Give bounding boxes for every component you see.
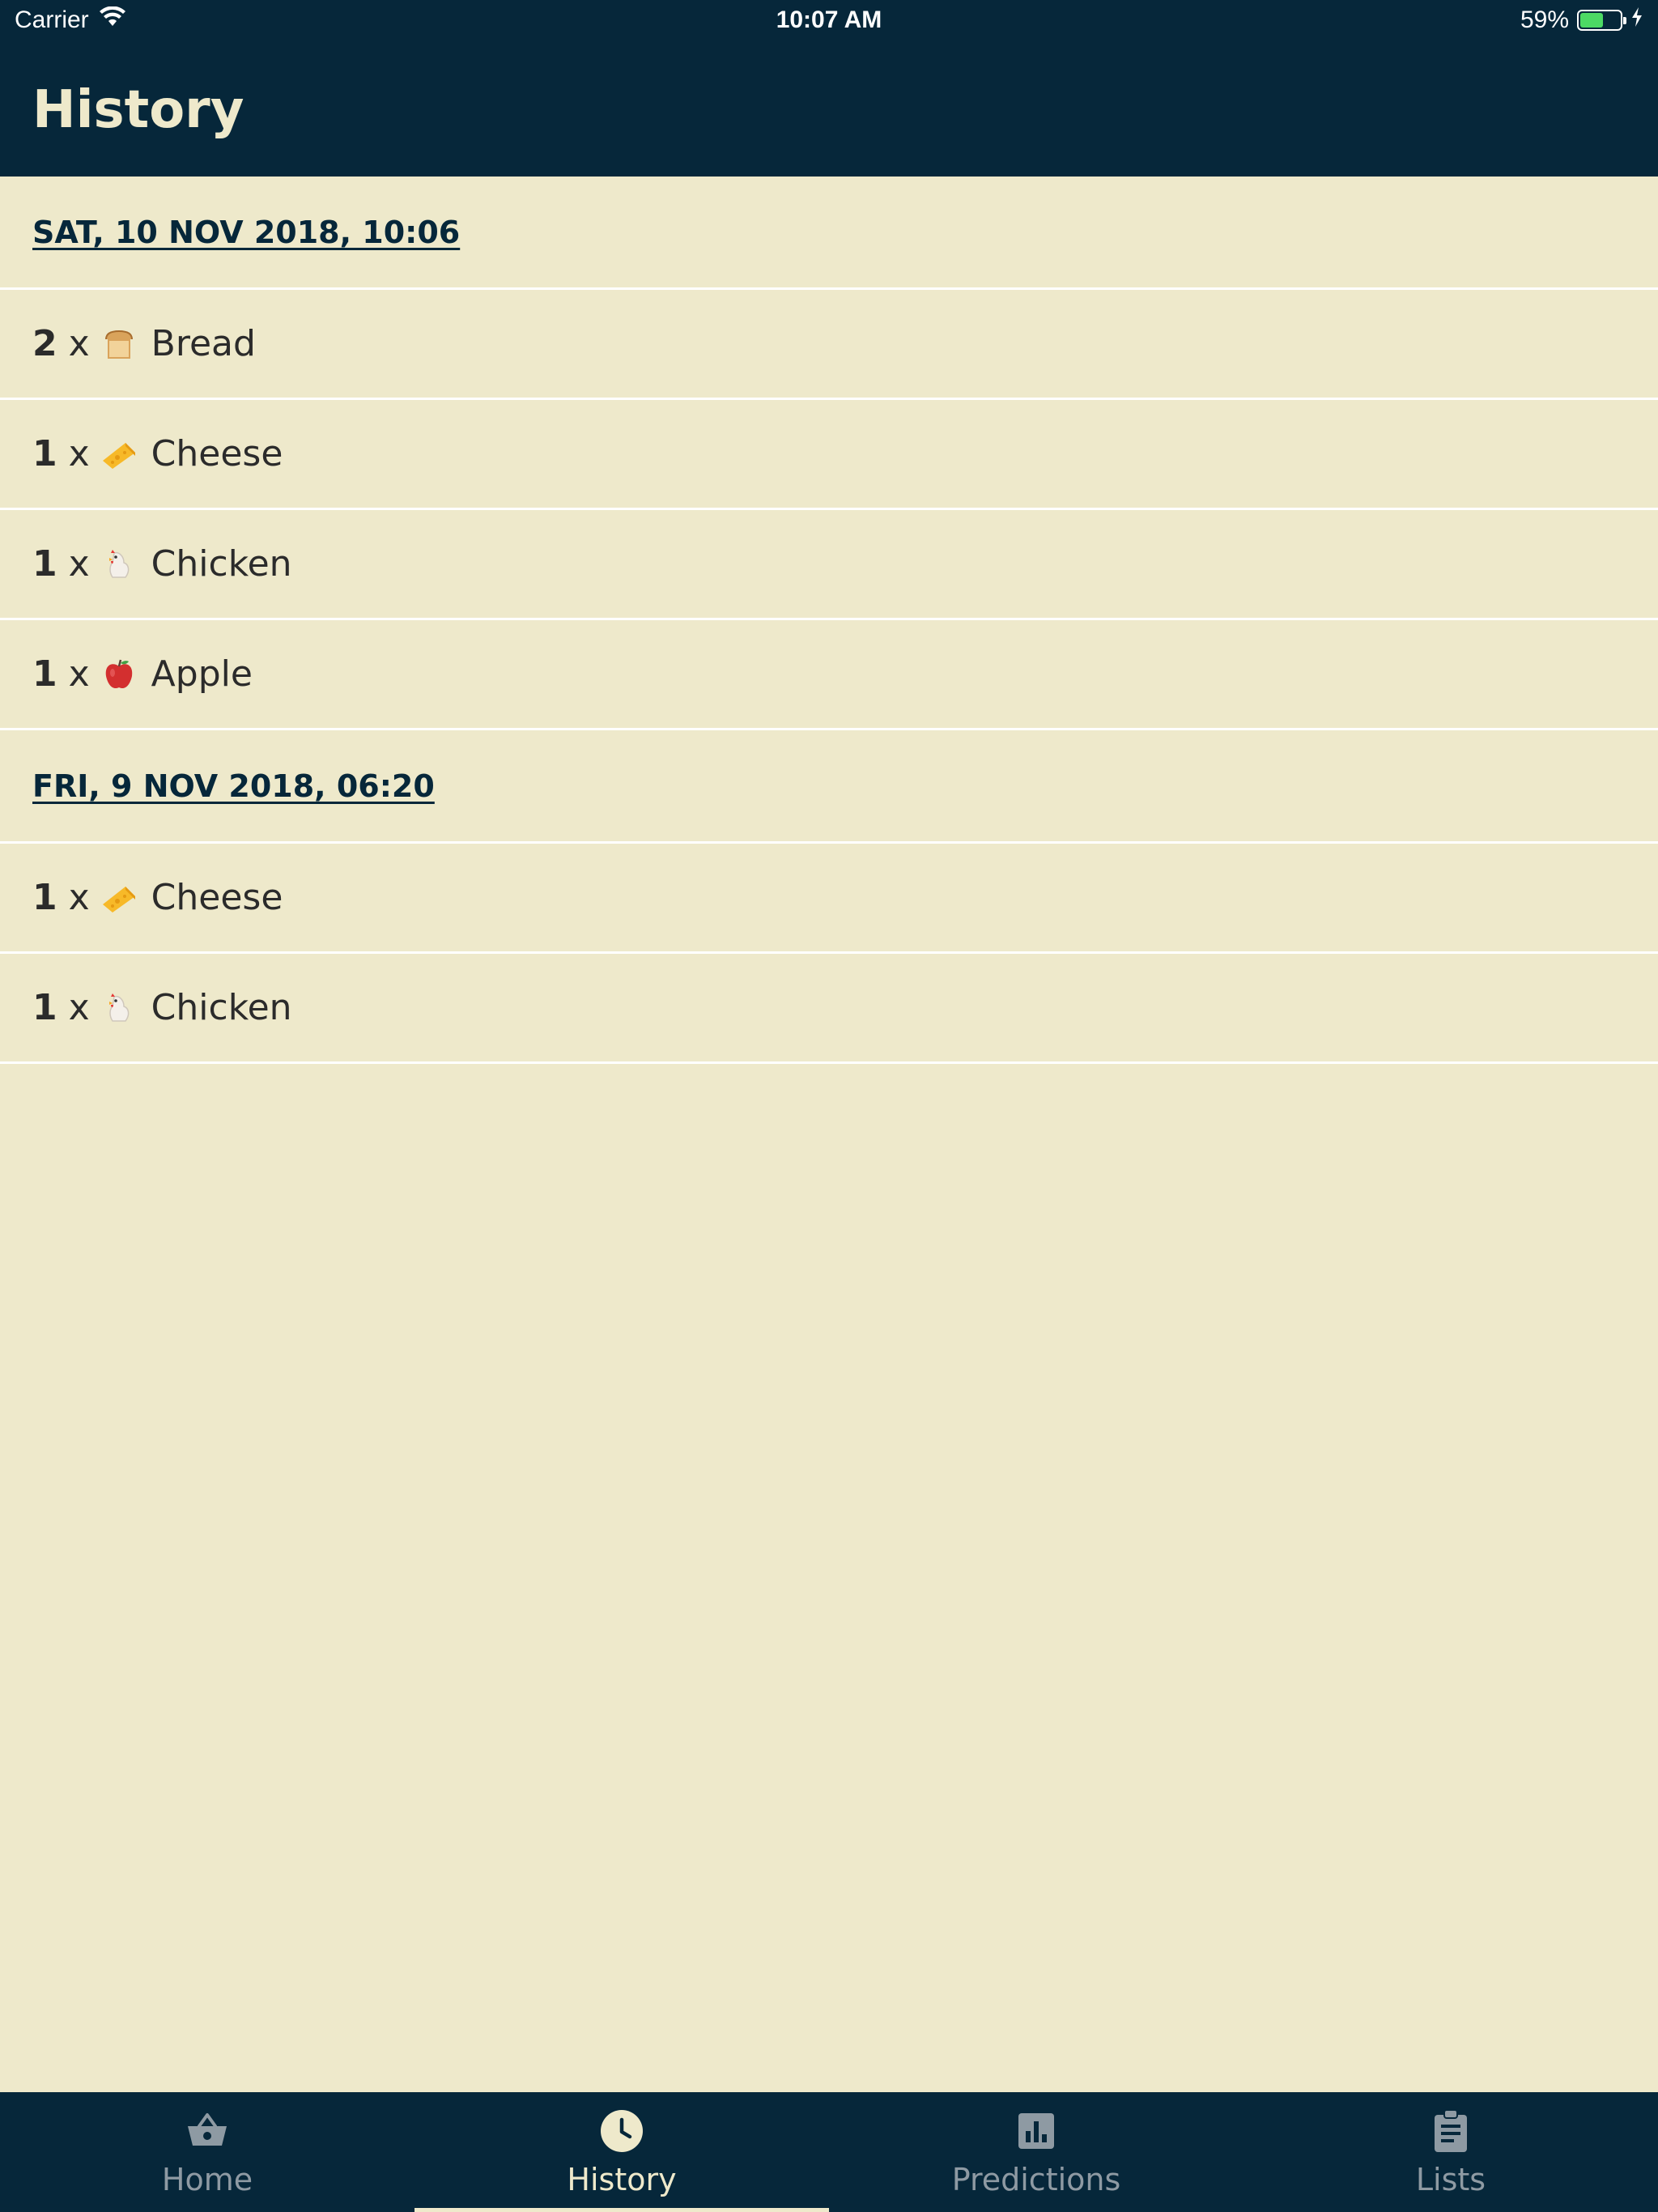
tab-label: History bbox=[567, 2162, 677, 2197]
history-item[interactable]: 1 x Apple bbox=[0, 620, 1658, 730]
bread-icon bbox=[101, 326, 137, 362]
status-bar: Carrier 10:07 AM 59% bbox=[0, 0, 1658, 44]
tab-predictions[interactable]: Predictions bbox=[829, 2092, 1244, 2212]
date-link[interactable]: FRI, 9 NOV 2018, 06:20 bbox=[32, 768, 435, 804]
times-sign: x bbox=[68, 323, 90, 364]
times-sign: x bbox=[68, 877, 90, 918]
history-item[interactable]: 1 x Cheese bbox=[0, 844, 1658, 954]
item-name: Chicken bbox=[151, 987, 292, 1028]
tab-home[interactable]: Home bbox=[0, 2092, 414, 2212]
item-quantity: 1 bbox=[32, 433, 57, 474]
battery-icon bbox=[1577, 10, 1626, 31]
item-quantity: 1 bbox=[32, 877, 57, 918]
times-sign: x bbox=[68, 653, 90, 695]
cheese-icon bbox=[101, 880, 137, 916]
times-sign: x bbox=[68, 433, 90, 474]
navigation-bar: History bbox=[0, 44, 1658, 177]
tab-bar: Home History Predictions Lists bbox=[0, 2092, 1658, 2212]
tab-label: Predictions bbox=[951, 2162, 1121, 2197]
apple-icon bbox=[101, 657, 137, 692]
charging-icon bbox=[1630, 6, 1643, 34]
tab-history[interactable]: History bbox=[414, 2092, 829, 2212]
chicken-icon bbox=[101, 990, 137, 1026]
active-tab-indicator bbox=[414, 2208, 829, 2212]
item-name: Chicken bbox=[151, 543, 292, 585]
cheese-icon bbox=[101, 436, 137, 472]
chicken-icon bbox=[101, 547, 137, 582]
history-list[interactable]: SAT, 10 NOV 2018, 10:06 2 x Bread 1 x Ch… bbox=[0, 177, 1658, 1064]
item-name: Cheese bbox=[151, 877, 283, 918]
tab-label: Lists bbox=[1415, 2162, 1486, 2197]
tab-label: Home bbox=[161, 2162, 253, 2197]
status-right: 59% bbox=[1520, 6, 1643, 34]
times-sign: x bbox=[68, 543, 90, 585]
clipboard-icon bbox=[1426, 2107, 1475, 2155]
times-sign: x bbox=[68, 987, 90, 1028]
item-quantity: 1 bbox=[32, 543, 57, 585]
history-item[interactable]: 2 x Bread bbox=[0, 290, 1658, 400]
item-quantity: 2 bbox=[32, 323, 57, 364]
history-date-header[interactable]: SAT, 10 NOV 2018, 10:06 bbox=[0, 177, 1658, 290]
bar-chart-icon bbox=[1012, 2107, 1061, 2155]
item-quantity: 1 bbox=[32, 987, 57, 1028]
basket-icon bbox=[183, 2107, 232, 2155]
item-name: Bread bbox=[151, 323, 256, 364]
page-title: History bbox=[32, 80, 244, 140]
battery-fill bbox=[1580, 13, 1603, 28]
item-name: Apple bbox=[151, 653, 253, 695]
tab-lists[interactable]: Lists bbox=[1244, 2092, 1658, 2212]
item-name: Cheese bbox=[151, 433, 283, 474]
history-item[interactable]: 1 x Cheese bbox=[0, 400, 1658, 510]
item-quantity: 1 bbox=[32, 653, 57, 695]
battery-percent: 59% bbox=[1520, 6, 1569, 33]
history-item[interactable]: 1 x Chicken bbox=[0, 954, 1658, 1064]
history-date-header[interactable]: FRI, 9 NOV 2018, 06:20 bbox=[0, 730, 1658, 844]
clock-icon bbox=[597, 2107, 646, 2155]
status-time: 10:07 AM bbox=[776, 6, 882, 33]
date-link[interactable]: SAT, 10 NOV 2018, 10:06 bbox=[32, 215, 460, 250]
history-item[interactable]: 1 x Chicken bbox=[0, 510, 1658, 620]
